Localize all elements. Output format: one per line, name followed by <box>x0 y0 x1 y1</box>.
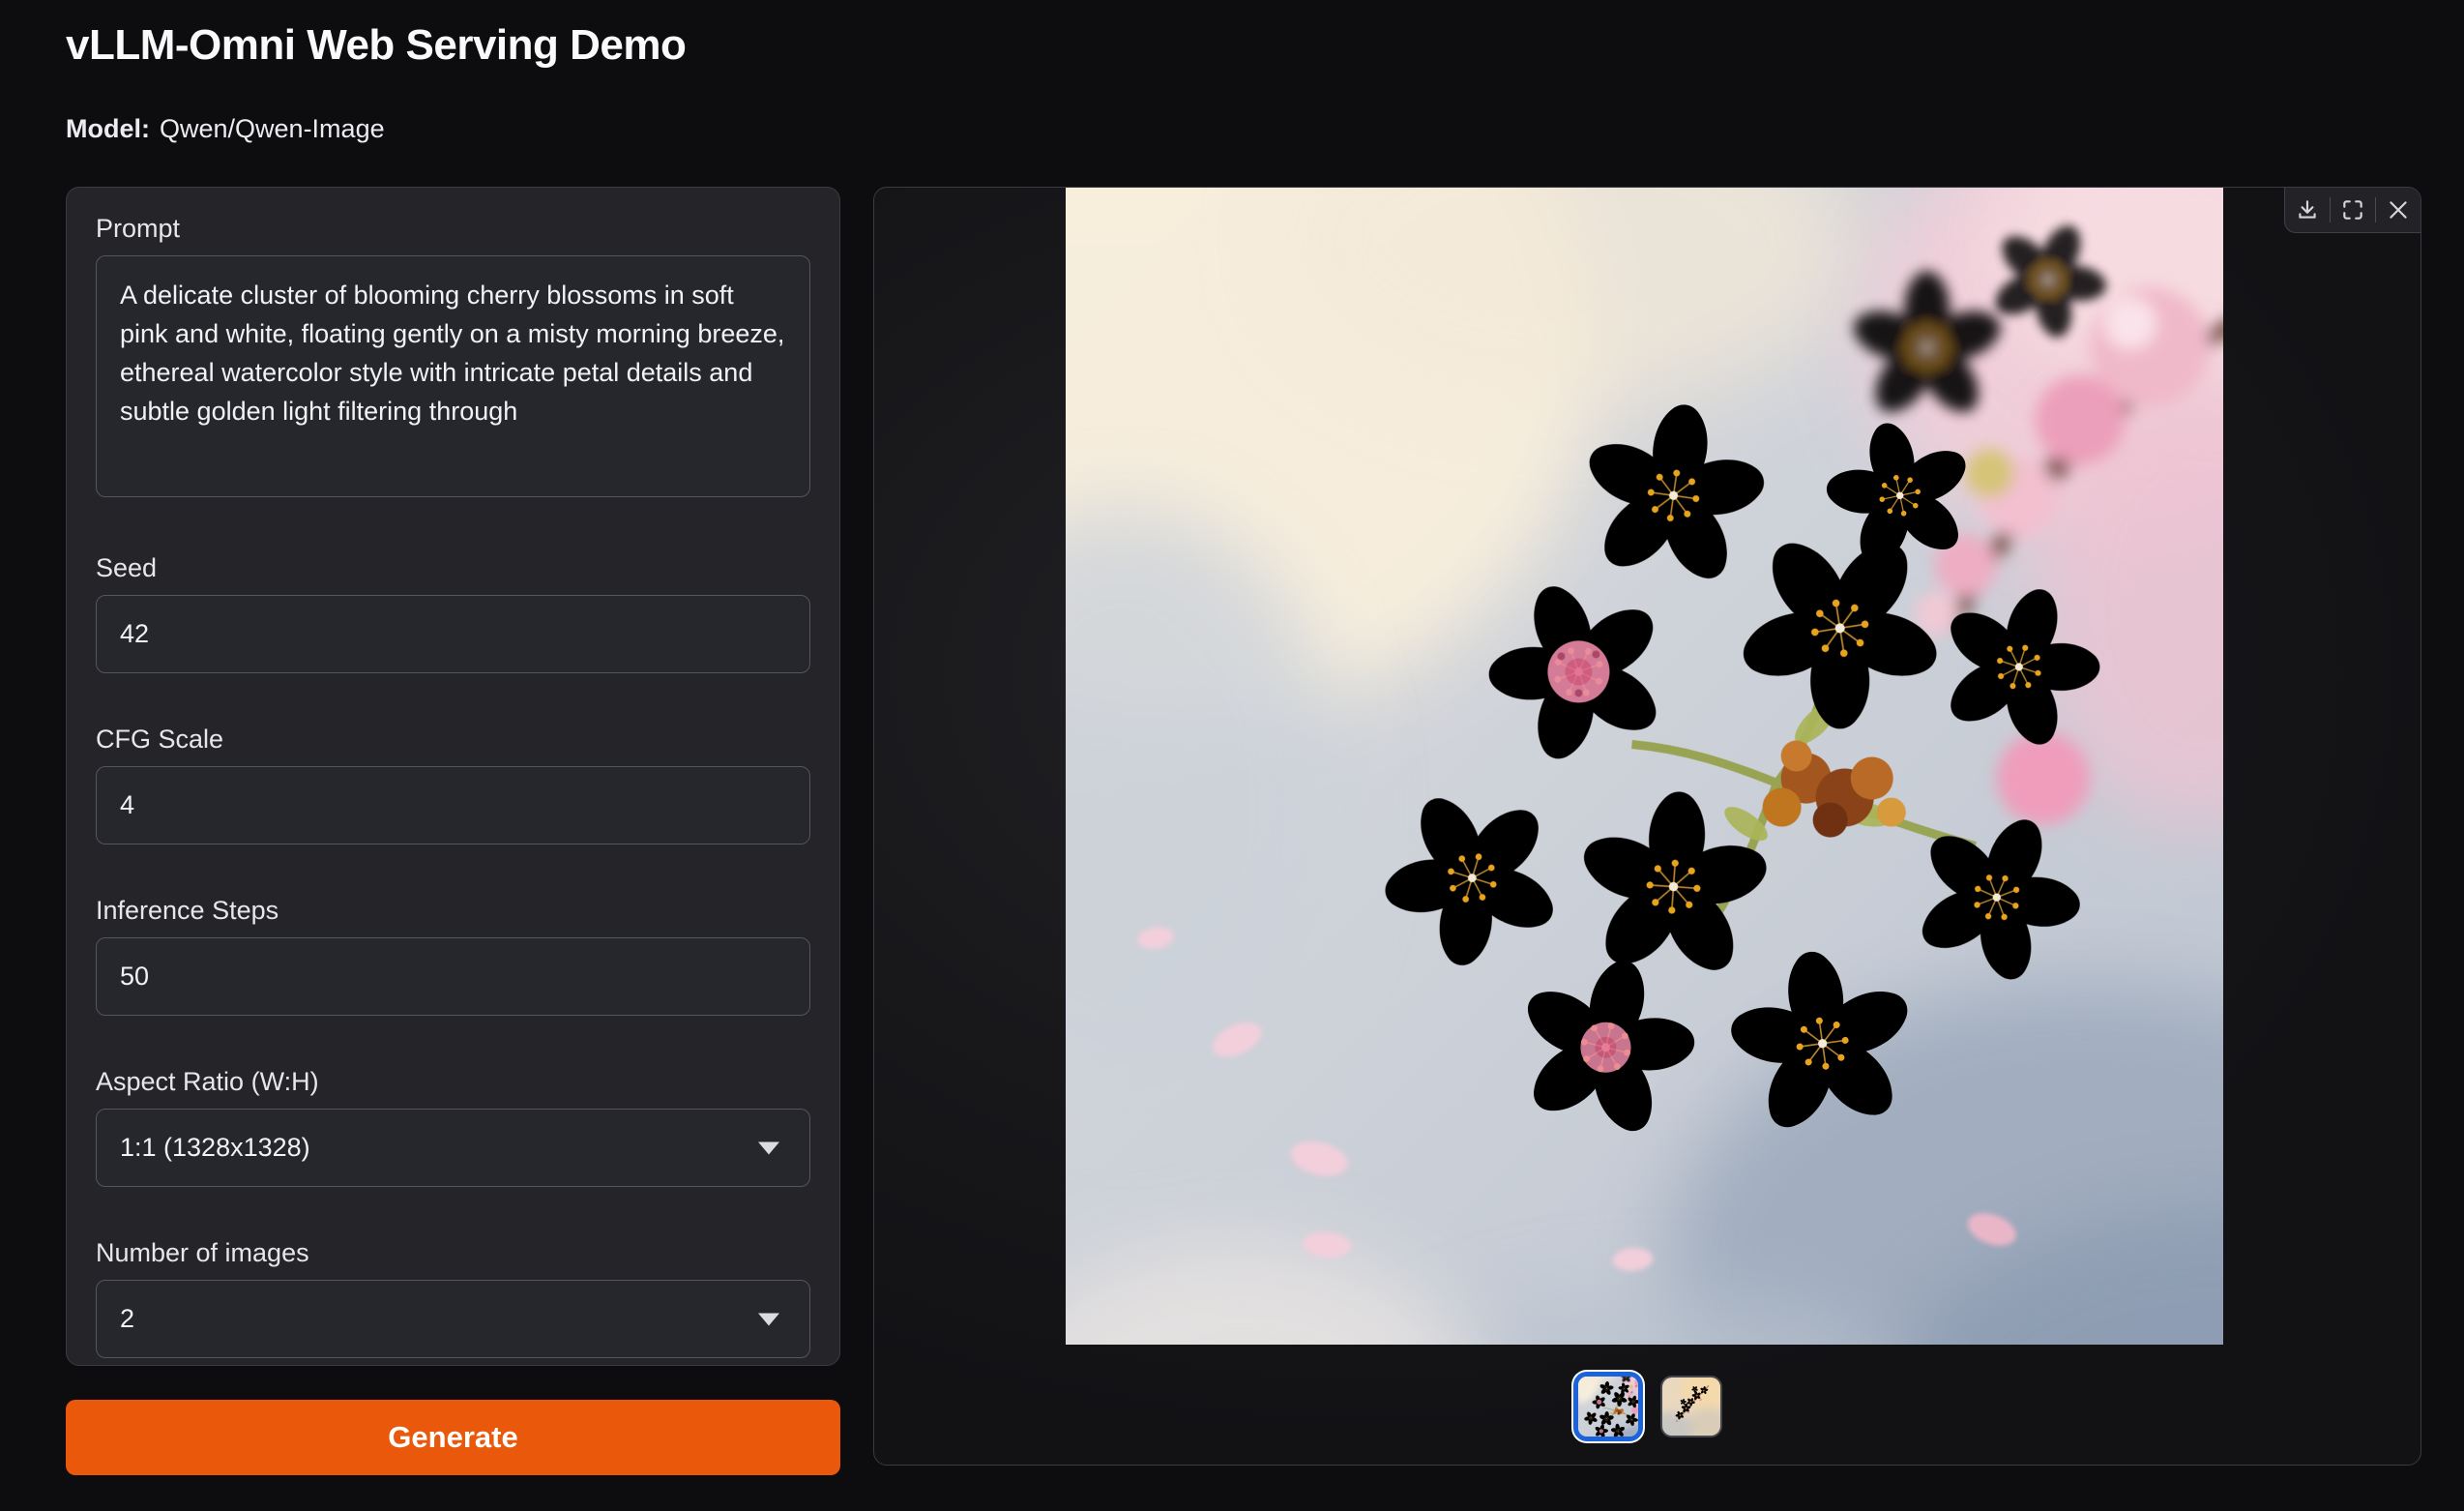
page-title: vLLM-Omni Web Serving Demo <box>66 21 686 70</box>
inference-steps-input[interactable] <box>96 937 810 1016</box>
fullscreen-icon <box>2340 197 2365 222</box>
download-icon <box>2295 197 2320 222</box>
seed-label: Seed <box>96 552 810 583</box>
seed-input[interactable] <box>96 595 810 673</box>
aspect-ratio-group: Aspect Ratio (W:H) 1:1 (1328x1328) <box>96 1066 810 1187</box>
generate-button[interactable]: Generate <box>66 1400 840 1475</box>
model-value: Qwen/Qwen-Image <box>160 114 385 143</box>
num-images-select[interactable]: 2 <box>96 1280 810 1358</box>
close-button[interactable] <box>2376 188 2420 232</box>
prompt-input[interactable]: A delicate cluster of blooming cherry bl… <box>96 255 810 497</box>
num-images-value: 2 <box>120 1304 134 1334</box>
thumbnail-cherry-blossom-cluster[interactable] <box>1573 1372 1643 1441</box>
gallery-thumbnails <box>1573 1372 1722 1441</box>
steps-group: Inference Steps <box>96 895 810 1016</box>
chevron-down-icon <box>757 1312 780 1326</box>
download-button[interactable] <box>2285 188 2330 232</box>
cfg-group: CFG Scale <box>96 724 810 844</box>
thumbnail-cherry-blossom-branch[interactable] <box>1660 1376 1722 1437</box>
inference-steps-label: Inference Steps <box>96 895 810 926</box>
output-gallery-panel <box>873 187 2421 1466</box>
fullscreen-button[interactable] <box>2331 188 2375 232</box>
aspect-ratio-label: Aspect Ratio (W:H) <box>96 1066 810 1097</box>
prompt-group: Prompt A delicate cluster of blooming ch… <box>96 213 810 502</box>
generated-image[interactable] <box>1066 188 2223 1345</box>
model-label: Model: <box>66 114 150 143</box>
prompt-label: Prompt <box>96 213 810 244</box>
num-images-group: Number of images 2 <box>96 1237 810 1358</box>
chevron-down-icon <box>757 1141 780 1155</box>
seed-group: Seed <box>96 552 810 673</box>
model-info: Model: Qwen/Qwen-Image <box>66 114 385 144</box>
settings-panel: Prompt A delicate cluster of blooming ch… <box>66 187 840 1366</box>
cfg-scale-label: CFG Scale <box>96 724 810 755</box>
cfg-scale-input[interactable] <box>96 766 810 844</box>
aspect-ratio-value: 1:1 (1328x1328) <box>120 1133 310 1163</box>
close-icon <box>2386 197 2411 222</box>
num-images-label: Number of images <box>96 1237 810 1268</box>
image-toolbar <box>2284 188 2420 233</box>
aspect-ratio-select[interactable]: 1:1 (1328x1328) <box>96 1109 810 1187</box>
